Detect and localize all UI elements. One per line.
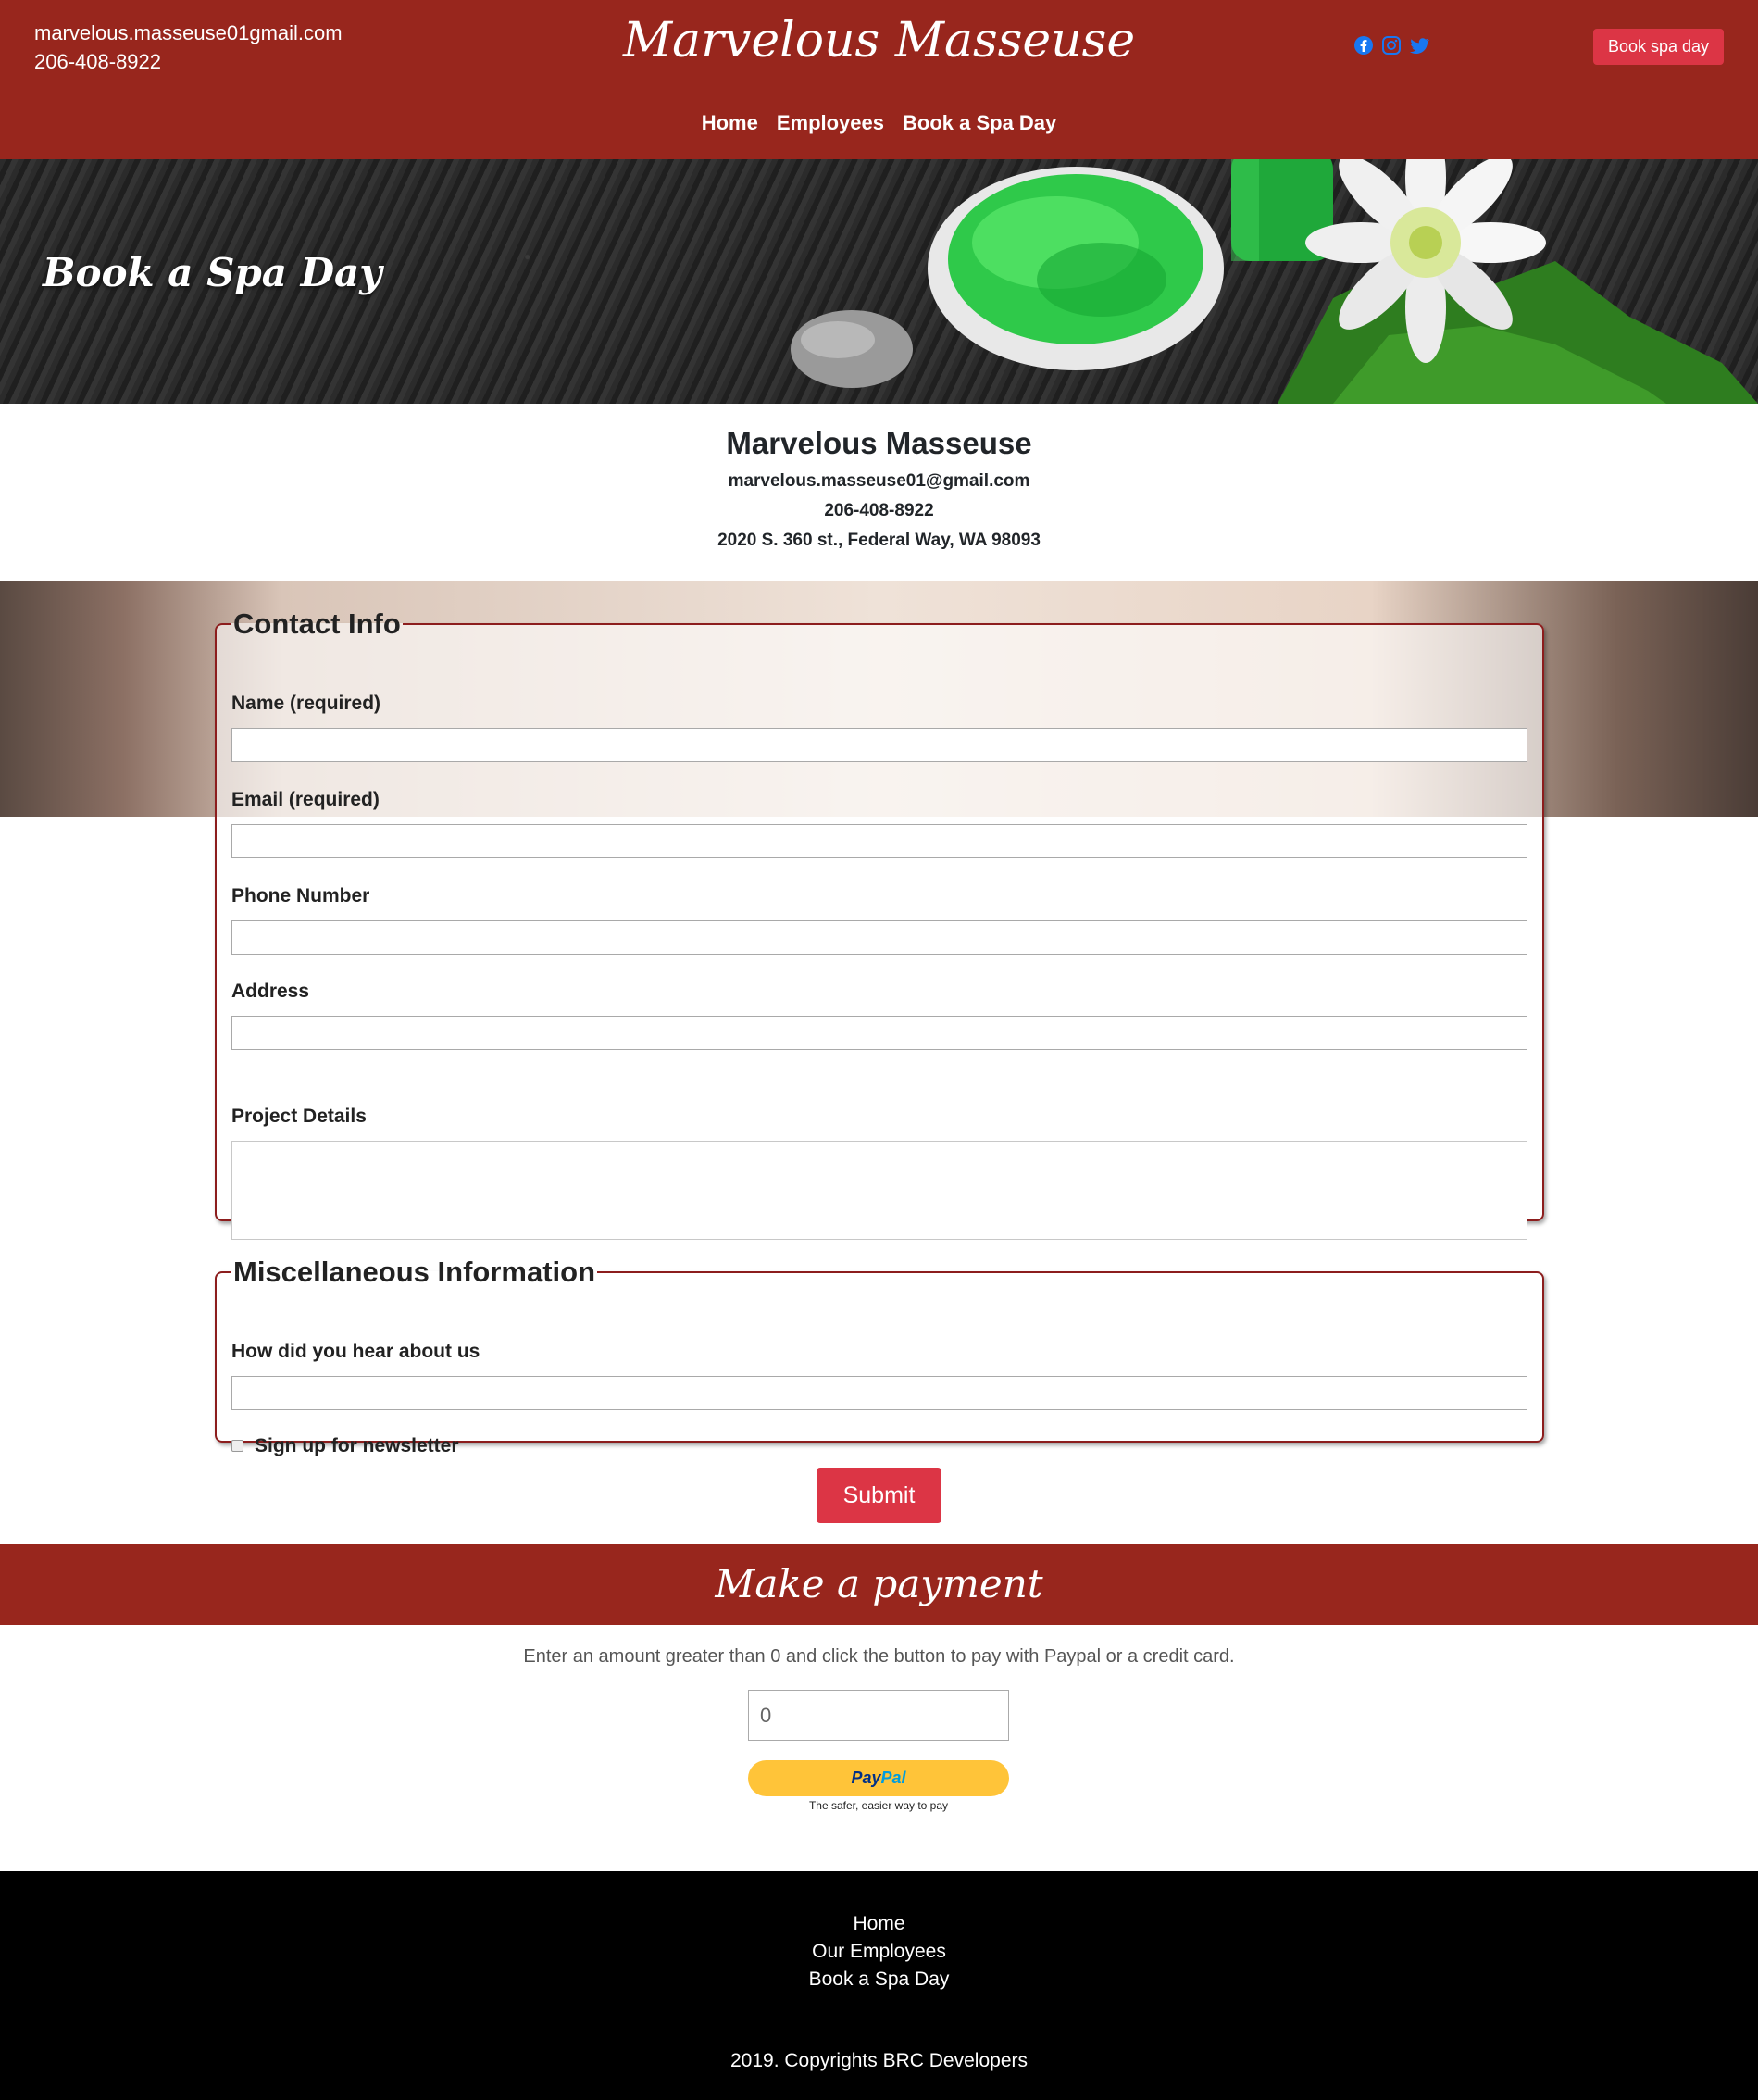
hero-banner: Book a Spa Day — [0, 159, 1758, 404]
footer-link-home[interactable]: Home — [0, 1910, 1758, 1938]
business-info: Marvelous Masseuse marvelous.masseuse01@… — [0, 404, 1758, 581]
footer: Home Our Employees Book a Spa Day 2019. … — [0, 1871, 1758, 2100]
main-nav: Home Employees Book a Spa Day — [0, 111, 1758, 135]
business-name: Marvelous Masseuse — [726, 426, 1032, 460]
payment-amount-input[interactable]: 0 — [748, 1690, 1009, 1741]
phone-input[interactable] — [231, 920, 1527, 955]
project-details-label: Project Details — [231, 1106, 367, 1127]
contact-info-fieldset: Contact Info Name (required) Email (requ… — [215, 607, 1544, 1240]
newsletter-label[interactable]: Sign up for newsletter — [255, 1435, 459, 1457]
newsletter-checkbox[interactable] — [231, 1440, 243, 1452]
paypal-text-pal: Pal — [880, 1769, 906, 1787]
payment-instructions: Enter an amount greater than 0 and click… — [523, 1646, 1235, 1667]
footer-links: Home Our Employees Book a Spa Day — [0, 1871, 1758, 1994]
misc-info-fieldset: Miscellaneous Information How did you he… — [215, 1256, 1544, 1456]
address-label: Address — [231, 981, 310, 1002]
business-address: 2020 S. 360 st., Federal Way, WA 98093 — [717, 531, 1041, 550]
nav-book-spa-day[interactable]: Book a Spa Day — [903, 111, 1056, 135]
social-links — [1353, 35, 1429, 56]
instagram-icon[interactable] — [1381, 35, 1402, 56]
email-label: Email (required) — [231, 789, 380, 810]
footer-link-book[interactable]: Book a Spa Day — [0, 1966, 1758, 1994]
footer-link-employees[interactable]: Our Employees — [0, 1938, 1758, 1966]
paypal-tagline: The safer, easier way to pay — [808, 1799, 949, 1812]
submit-button[interactable]: Submit — [817, 1468, 941, 1523]
hear-about-input[interactable] — [231, 1376, 1527, 1410]
paypal-button[interactable]: PayPal — [748, 1760, 1009, 1796]
contact-info-legend: Contact Info — [233, 607, 401, 640]
name-label: Name (required) — [231, 693, 381, 714]
book-spa-day-button[interactable]: Book spa day — [1593, 29, 1724, 65]
project-details-textarea[interactable] — [231, 1141, 1527, 1240]
hear-about-label: How did you hear about us — [231, 1341, 480, 1362]
misc-info-legend: Miscellaneous Information — [233, 1256, 596, 1288]
payment-title: Make a payment — [715, 1561, 1043, 1606]
payment-banner: Make a payment — [0, 1544, 1758, 1625]
brand-title[interactable]: Marvelous Masseuse — [0, 13, 1758, 69]
header: marvelous.masseuse01gmail.com 206-408-89… — [0, 0, 1758, 159]
facebook-icon[interactable] — [1353, 35, 1374, 56]
name-input[interactable] — [231, 728, 1527, 762]
business-email: marvelous.masseuse01@gmail.com — [728, 471, 1030, 491]
business-phone: 206-408-8922 — [824, 501, 934, 520]
nav-home[interactable]: Home — [702, 111, 758, 135]
hero-title: Book a Spa Day — [43, 250, 382, 295]
footer-copyright: 2019. Copyrights BRC Developers — [730, 2050, 1028, 2071]
twitter-icon[interactable] — [1409, 35, 1429, 56]
nav-employees[interactable]: Employees — [777, 111, 884, 135]
address-input[interactable] — [231, 1016, 1527, 1050]
paypal-text-pay: Pay — [851, 1769, 881, 1787]
phone-label: Phone Number — [231, 885, 370, 906]
email-input[interactable] — [231, 824, 1527, 858]
